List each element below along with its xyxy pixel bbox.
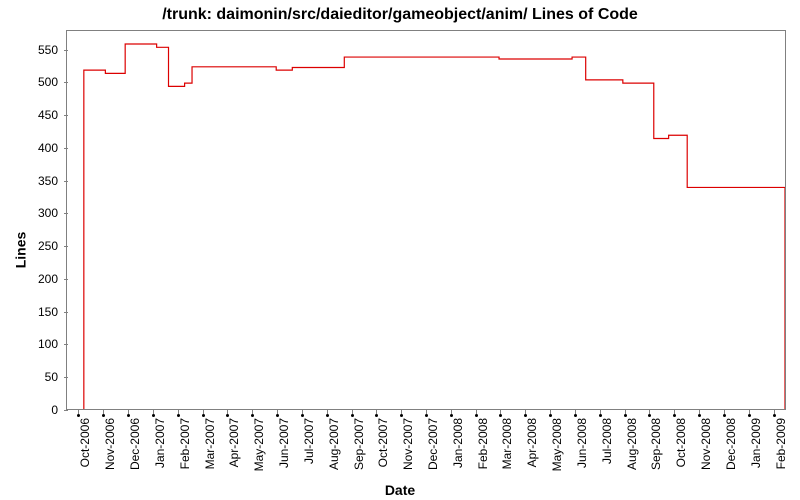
x-tick-dot-icon bbox=[723, 414, 726, 417]
x-tick-dot-icon bbox=[773, 414, 776, 417]
x-tick-label: Oct-2008 bbox=[674, 418, 688, 467]
x-tick-dot-icon bbox=[152, 414, 155, 417]
x-tick-dot-icon bbox=[351, 414, 354, 417]
x-tick-label: Mar-2007 bbox=[203, 418, 217, 469]
x-tick-label: Dec-2008 bbox=[724, 418, 738, 470]
x-tick-label: Sep-2008 bbox=[649, 418, 663, 470]
x-tick-label: Nov-2007 bbox=[401, 418, 415, 470]
y-tick-label: 500 bbox=[38, 75, 58, 89]
y-tick-label: 150 bbox=[38, 305, 58, 319]
plot-area bbox=[66, 30, 786, 410]
x-tick-label: Apr-2007 bbox=[227, 418, 241, 467]
x-tick-label: Nov-2006 bbox=[103, 418, 117, 470]
y-tick-label: 450 bbox=[38, 108, 58, 122]
x-tick-dot-icon bbox=[226, 414, 229, 417]
x-tick-label: Dec-2007 bbox=[426, 418, 440, 470]
x-tick-dot-icon bbox=[599, 414, 602, 417]
x-tick-dot-icon bbox=[698, 414, 701, 417]
x-tick-label: Apr-2008 bbox=[525, 418, 539, 467]
x-tick-label: Jun-2007 bbox=[277, 418, 291, 468]
x-tick-dot-icon bbox=[127, 414, 130, 417]
x-axis-label: Date bbox=[0, 482, 800, 498]
x-tick-label: Jan-2009 bbox=[749, 418, 763, 468]
x-tick-label: Jul-2008 bbox=[600, 418, 614, 464]
y-tick-label: 250 bbox=[38, 239, 58, 253]
x-tick-dot-icon bbox=[475, 414, 478, 417]
x-tick-dot-icon bbox=[102, 414, 105, 417]
y-tick-label: 200 bbox=[38, 272, 58, 286]
x-tick-dot-icon bbox=[77, 414, 80, 417]
x-tick-label: May-2008 bbox=[550, 418, 564, 471]
x-tick-label: Oct-2006 bbox=[78, 418, 92, 467]
x-tick-label: Jan-2008 bbox=[451, 418, 465, 468]
x-tick-dot-icon bbox=[276, 414, 279, 417]
x-tick-label: Feb-2007 bbox=[178, 418, 192, 469]
x-tick-dot-icon bbox=[301, 414, 304, 417]
x-tick-label: Oct-2007 bbox=[376, 418, 390, 467]
x-tick-dot-icon bbox=[202, 414, 205, 417]
data-line bbox=[67, 31, 785, 409]
x-tick-label: Nov-2008 bbox=[699, 418, 713, 470]
x-tick-label: Sep-2007 bbox=[352, 418, 366, 470]
x-tick-label: Aug-2008 bbox=[625, 418, 639, 470]
x-tick-dot-icon bbox=[549, 414, 552, 417]
x-tick-dot-icon bbox=[673, 414, 676, 417]
x-tick-label: May-2007 bbox=[252, 418, 266, 471]
loc-chart: /trunk: daimonin/src/daieditor/gameobjec… bbox=[0, 0, 800, 500]
y-tick-label: 0 bbox=[51, 403, 58, 417]
x-tick-dot-icon bbox=[524, 414, 527, 417]
x-tick-dot-icon bbox=[648, 414, 651, 417]
x-tick-label: Jun-2008 bbox=[575, 418, 589, 468]
y-tick-label: 350 bbox=[38, 174, 58, 188]
x-tick-dot-icon bbox=[177, 414, 180, 417]
x-tick-dot-icon bbox=[450, 414, 453, 417]
x-tick-label: Dec-2006 bbox=[128, 418, 142, 470]
x-tick-label: Feb-2008 bbox=[476, 418, 490, 469]
x-tick-dot-icon bbox=[425, 414, 428, 417]
x-tick-dot-icon bbox=[251, 414, 254, 417]
y-tick-label: 100 bbox=[38, 337, 58, 351]
y-tick-label: 300 bbox=[38, 206, 58, 220]
y-axis-label: Lines bbox=[12, 232, 28, 269]
x-tick-dot-icon bbox=[326, 414, 329, 417]
x-tick-dot-icon bbox=[748, 414, 751, 417]
y-tick-label: 400 bbox=[38, 141, 58, 155]
x-tick-label: Aug-2007 bbox=[327, 418, 341, 470]
x-tick-dot-icon bbox=[375, 414, 378, 417]
x-tick-label: Feb-2009 bbox=[774, 418, 788, 469]
x-tick-dot-icon bbox=[624, 414, 627, 417]
chart-title: /trunk: daimonin/src/daieditor/gameobjec… bbox=[0, 6, 800, 24]
x-tick-label: Jul-2007 bbox=[302, 418, 316, 464]
x-tick-dot-icon bbox=[499, 414, 502, 417]
y-tick-label: 550 bbox=[38, 43, 58, 57]
y-tick-label: 50 bbox=[45, 370, 58, 384]
x-tick-label: Mar-2008 bbox=[500, 418, 514, 469]
x-tick-label: Jan-2007 bbox=[153, 418, 167, 468]
x-tick-dot-icon bbox=[574, 414, 577, 417]
x-tick-dot-icon bbox=[400, 414, 403, 417]
